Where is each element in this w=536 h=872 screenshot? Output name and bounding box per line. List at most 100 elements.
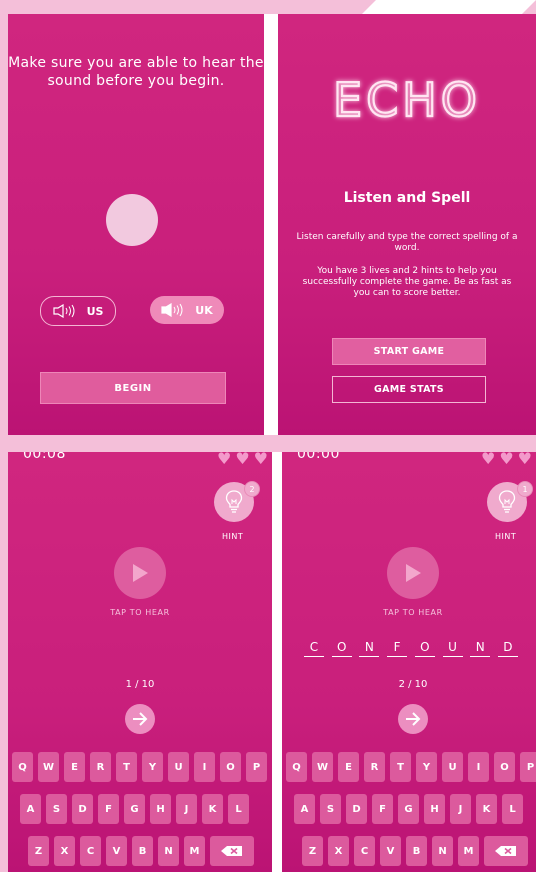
screen-sound-check: Make sure you are able to hear the sound… bbox=[8, 14, 264, 435]
game-stats-button[interactable]: GAME STATS bbox=[332, 376, 486, 403]
key[interactable]: G bbox=[398, 794, 419, 824]
key[interactable]: B bbox=[406, 836, 427, 866]
description: Listen carefully and type the correct sp… bbox=[296, 232, 518, 311]
next-button[interactable] bbox=[125, 704, 155, 734]
key[interactable]: C bbox=[80, 836, 101, 866]
divider bbox=[264, 14, 278, 435]
sound-indicator-circle[interactable] bbox=[106, 194, 158, 246]
us-accent-button[interactable]: US bbox=[40, 296, 116, 326]
backspace-icon bbox=[221, 846, 242, 856]
answer-letter: F bbox=[387, 640, 408, 657]
key[interactable]: V bbox=[106, 836, 127, 866]
backspace-key[interactable] bbox=[210, 836, 254, 866]
arrow-right-icon bbox=[406, 712, 421, 726]
key[interactable]: U bbox=[442, 752, 463, 782]
key[interactable]: G bbox=[124, 794, 145, 824]
keyboard-row-2: ASDFGHJKL bbox=[294, 794, 528, 824]
start-game-button[interactable]: START GAME bbox=[332, 338, 486, 365]
key[interactable]: Y bbox=[142, 752, 163, 782]
key[interactable]: Q bbox=[286, 752, 307, 782]
heart-icon: ♥ bbox=[253, 452, 268, 468]
key[interactable]: W bbox=[38, 752, 59, 782]
key[interactable]: O bbox=[494, 752, 515, 782]
key[interactable]: M bbox=[184, 836, 205, 866]
key[interactable]: W bbox=[312, 752, 333, 782]
play-icon bbox=[133, 564, 148, 582]
key[interactable]: C bbox=[354, 836, 375, 866]
key[interactable]: Z bbox=[28, 836, 49, 866]
key[interactable]: L bbox=[228, 794, 249, 824]
key[interactable]: S bbox=[320, 794, 341, 824]
key[interactable]: Q bbox=[12, 752, 33, 782]
play-button[interactable] bbox=[387, 547, 439, 599]
next-button[interactable] bbox=[398, 704, 428, 734]
key[interactable]: E bbox=[338, 752, 359, 782]
key[interactable]: K bbox=[476, 794, 497, 824]
answer-letter: C bbox=[304, 640, 324, 657]
arrow-right-icon bbox=[133, 712, 148, 726]
key[interactable]: O bbox=[220, 752, 241, 782]
lives: ♥ ♥ ♥ bbox=[217, 452, 268, 468]
key[interactable]: T bbox=[390, 752, 411, 782]
speaker-icon bbox=[52, 304, 75, 318]
progress-counter: 1 / 10 bbox=[125, 679, 155, 690]
key[interactable]: B bbox=[132, 836, 153, 866]
decorative-corner bbox=[362, 0, 536, 14]
key[interactable]: F bbox=[372, 794, 393, 824]
key[interactable]: L bbox=[502, 794, 523, 824]
hint-label: HINT bbox=[222, 532, 244, 541]
key[interactable]: E bbox=[64, 752, 85, 782]
key[interactable]: H bbox=[150, 794, 171, 824]
key[interactable]: X bbox=[328, 836, 349, 866]
key[interactable]: N bbox=[158, 836, 179, 866]
key[interactable]: P bbox=[520, 752, 536, 782]
keyboard-row-1: QWERTYUIOP bbox=[286, 752, 536, 782]
key[interactable]: I bbox=[468, 752, 489, 782]
play-button[interactable] bbox=[114, 547, 166, 599]
screen-game-round-1: 00:08 ♥ ♥ ♥ 2 HINT TAP TO HEAR 1 / 10 QW… bbox=[8, 452, 272, 872]
answer-letter: O bbox=[331, 640, 352, 657]
play-icon bbox=[406, 564, 421, 582]
tap-to-hear-label: TAP TO HEAR bbox=[110, 608, 170, 617]
keyboard-row-3: ZXCVBNM bbox=[28, 836, 259, 866]
key[interactable]: R bbox=[364, 752, 385, 782]
key[interactable]: I bbox=[194, 752, 215, 782]
uk-label: UK bbox=[195, 303, 213, 317]
key[interactable]: N bbox=[432, 836, 453, 866]
backspace-key[interactable] bbox=[484, 836, 528, 866]
progress-counter: 2 / 10 bbox=[398, 679, 428, 690]
heart-icon: ♥ bbox=[480, 452, 496, 468]
key[interactable]: T bbox=[116, 752, 137, 782]
hint-count-badge: 2 bbox=[244, 481, 260, 497]
answer-letters: CONFOUND bbox=[304, 640, 518, 657]
heart-icon: ♥ bbox=[499, 452, 514, 468]
key[interactable]: P bbox=[246, 752, 267, 782]
key[interactable]: J bbox=[450, 794, 471, 824]
key[interactable]: X bbox=[54, 836, 75, 866]
key[interactable]: A bbox=[20, 794, 41, 824]
description-line-1: Listen carefully and type the correct sp… bbox=[296, 232, 518, 253]
keyboard-row-1: QWERTYUIOP bbox=[12, 752, 272, 782]
key[interactable]: Y bbox=[416, 752, 437, 782]
key[interactable]: D bbox=[346, 794, 367, 824]
key[interactable]: K bbox=[202, 794, 223, 824]
key[interactable]: Z bbox=[302, 836, 323, 866]
key[interactable]: A bbox=[294, 794, 315, 824]
begin-button[interactable]: BEGIN bbox=[40, 372, 226, 404]
lightbulb-icon bbox=[498, 490, 516, 513]
key[interactable]: R bbox=[90, 752, 111, 782]
description-line-2: You have 3 lives and 2 hints to help you… bbox=[302, 266, 512, 298]
key[interactable]: J bbox=[176, 794, 197, 824]
uk-accent-button[interactable]: UK bbox=[150, 296, 224, 324]
key[interactable]: M bbox=[458, 836, 479, 866]
key[interactable]: V bbox=[380, 836, 401, 866]
answer-letter: O bbox=[414, 640, 435, 657]
us-label: US bbox=[86, 304, 104, 318]
lightbulb-icon bbox=[225, 490, 243, 513]
key[interactable]: S bbox=[46, 794, 67, 824]
key[interactable]: U bbox=[168, 752, 189, 782]
key[interactable]: F bbox=[98, 794, 119, 824]
key[interactable]: D bbox=[72, 794, 93, 824]
speaker-icon bbox=[161, 303, 183, 317]
key[interactable]: H bbox=[424, 794, 445, 824]
